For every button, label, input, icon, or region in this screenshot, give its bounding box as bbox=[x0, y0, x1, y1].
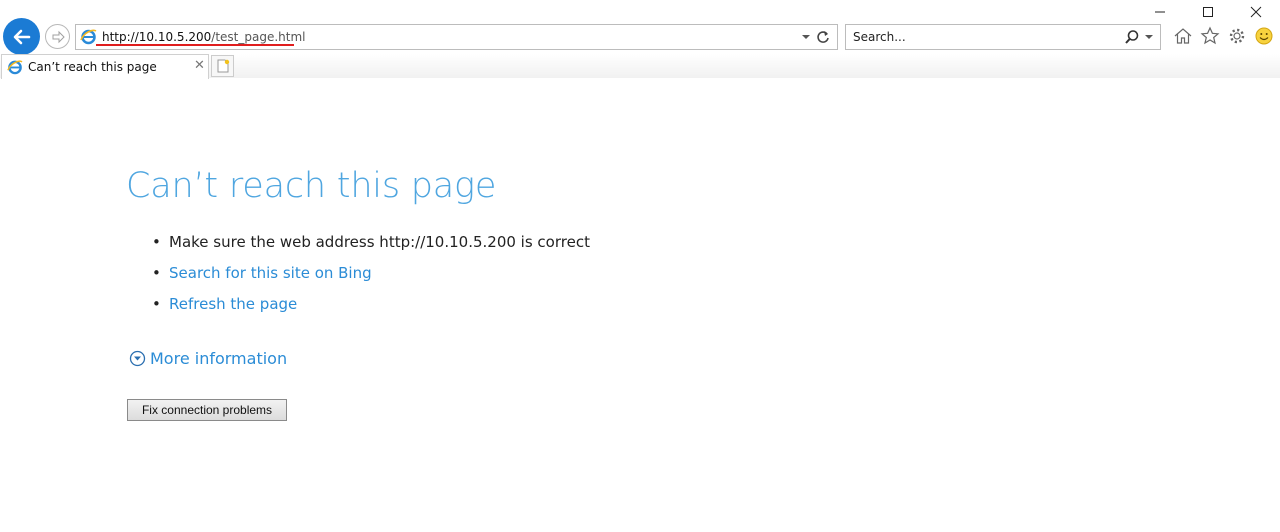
maximize-button[interactable] bbox=[1184, 0, 1232, 24]
ie-icon bbox=[7, 60, 23, 75]
close-button[interactable] bbox=[1232, 0, 1280, 24]
minimize-icon bbox=[1155, 11, 1165, 13]
url-path: /test_page.html bbox=[211, 30, 306, 44]
window-controls bbox=[1136, 0, 1280, 24]
toolbar-icons bbox=[1172, 25, 1275, 47]
expand-chevron-icon bbox=[129, 350, 146, 367]
address-dropdown-icon[interactable] bbox=[801, 30, 811, 44]
ie-icon bbox=[80, 29, 97, 45]
fix-connection-problems-button[interactable]: Fix connection problems bbox=[127, 399, 287, 421]
search-icon[interactable] bbox=[1124, 29, 1140, 45]
tab-title: Can’t reach this page bbox=[28, 60, 157, 74]
refresh-icon[interactable] bbox=[815, 29, 831, 45]
home-button[interactable] bbox=[1172, 25, 1194, 47]
settings-button[interactable] bbox=[1226, 25, 1248, 47]
search-input[interactable]: Search... bbox=[853, 30, 906, 44]
address-url: http://10.10.5.200/test_page.html bbox=[102, 30, 306, 44]
tab-close-icon[interactable]: ✕ bbox=[194, 58, 205, 73]
url-host: http://10.10.5.200 bbox=[102, 30, 212, 44]
refresh-page-link[interactable]: Refresh the page bbox=[169, 295, 297, 313]
url-red-underline bbox=[96, 44, 294, 46]
favorites-star-icon bbox=[1200, 26, 1220, 45]
list-item-refresh: Refresh the page bbox=[152, 294, 590, 325]
tab-cant-reach[interactable]: Can’t reach this page ✕ bbox=[1, 54, 209, 79]
search-box[interactable]: Search... bbox=[845, 24, 1161, 50]
bing-search-link[interactable]: Search for this site on Bing bbox=[169, 264, 372, 282]
settings-gear-icon bbox=[1229, 28, 1245, 44]
minimize-button[interactable] bbox=[1136, 0, 1184, 24]
search-dropdown-icon[interactable] bbox=[1144, 31, 1154, 43]
suggestion-list: Make sure the web address http://10.10.5… bbox=[152, 232, 590, 325]
smiley-feedback-icon bbox=[1255, 27, 1273, 45]
forward-arrow-icon bbox=[52, 30, 65, 43]
list-item-bing-search: Search for this site on Bing bbox=[152, 263, 590, 294]
back-arrow-icon bbox=[13, 29, 30, 44]
close-icon bbox=[1250, 6, 1262, 18]
favorites-button[interactable] bbox=[1199, 25, 1221, 47]
check-address-text: Make sure the web address http://10.10.5… bbox=[169, 233, 590, 251]
back-button[interactable] bbox=[3, 18, 40, 55]
new-tab-button[interactable] bbox=[211, 55, 234, 77]
page-title: Can’t reach this page bbox=[126, 166, 497, 206]
address-bar[interactable]: http://10.10.5.200/test_page.html bbox=[75, 24, 838, 50]
maximize-icon bbox=[1203, 7, 1213, 17]
more-information-toggle[interactable]: More information bbox=[129, 349, 287, 368]
home-icon bbox=[1174, 28, 1192, 44]
feedback-button[interactable] bbox=[1253, 25, 1275, 47]
forward-button[interactable] bbox=[45, 24, 70, 49]
more-information-label: More information bbox=[150, 349, 288, 368]
new-tab-icon bbox=[217, 59, 229, 73]
list-item-check-address: Make sure the web address http://10.10.5… bbox=[152, 232, 590, 263]
